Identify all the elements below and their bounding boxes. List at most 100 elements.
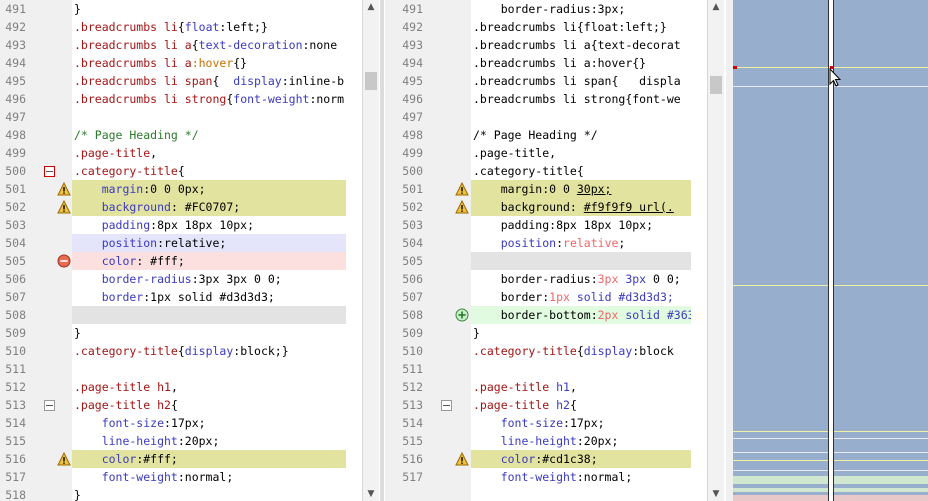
code-line[interactable]: 502 background: #f9f9f9 url(. [385, 198, 707, 216]
code-line[interactable]: 495 .breadcrumbs li span{ displa [385, 72, 707, 90]
code-line[interactable]: 491} [0, 0, 362, 18]
code-line[interactable]: 517 font-weight:normal; [0, 468, 362, 486]
code-line[interactable]: 499 .page-title, [0, 144, 362, 162]
left-scrollbar-thumb[interactable] [365, 72, 377, 90]
code-line[interactable]: 491 border-radius:3px; [385, 0, 707, 18]
code-line[interactable]: 516 color:#cd1c38; [385, 450, 707, 468]
scroll-down-arrow-icon[interactable]: ▼ [363, 487, 379, 501]
code-line[interactable]: 508 [0, 306, 362, 324]
code-token: } [74, 326, 81, 340]
line-number: 505 [402, 254, 423, 268]
fold-toggle-icon[interactable] [441, 400, 452, 411]
line-number: 517 [5, 470, 26, 484]
code-token: .category-title{ [473, 164, 584, 178]
code-line[interactable]: 511 [0, 360, 362, 378]
code-line[interactable]: 500 .category-title{ [0, 162, 362, 180]
code-line[interactable]: 493 .breadcrumbs li a{text-decorat [385, 36, 707, 54]
right-scrollbar-thumb[interactable] [710, 76, 722, 94]
code-line[interactable]: 517 font-weight:normal; [385, 468, 707, 486]
code-line[interactable]: 501 margin:0 0 0px; [0, 180, 362, 198]
overview-position-marker [733, 66, 737, 69]
code-line[interactable]: 516 color:#fff; [0, 450, 362, 468]
code-token: :inline-b [281, 74, 345, 88]
code-line[interactable]: 494 .breadcrumbs li a:hover{} [0, 54, 362, 72]
code-line[interactable]: 514 font-size:17px; [385, 414, 707, 432]
code-text: } [72, 324, 346, 342]
code-text: .breadcrumbs li a{text-decorat [471, 36, 691, 54]
code-line[interactable]: 502 background: #FC0707; [0, 198, 362, 216]
code-line[interactable]: 506 border-radius:3px 3px 0 0; [0, 270, 362, 288]
code-line[interactable]: 504 position:relative; [0, 234, 362, 252]
code-line[interactable]: 504 position:relative; [385, 234, 707, 252]
left-editor-pane[interactable]: 491} 492 .breadcrumbs li{float:left;} 493 .b… [0, 0, 380, 501]
code-token: color [74, 452, 137, 466]
line-number: 499 [5, 146, 26, 160]
left-scrollbar[interactable]: ▲ ▼ [362, 0, 379, 501]
code-token: .page-title [473, 380, 550, 394]
code-line[interactable]: 510 .category-title{display:block [385, 342, 707, 360]
scroll-up-arrow-icon[interactable]: ▲ [363, 0, 379, 14]
scroll-down-arrow-icon[interactable]: ▼ [708, 487, 724, 501]
code-line[interactable]: 518} [0, 486, 362, 501]
code-line[interactable]: 492 .breadcrumbs li{float:left;} [385, 18, 707, 36]
code-line[interactable]: 509} [0, 324, 362, 342]
fold-toggle-icon[interactable] [44, 400, 55, 411]
code-line[interactable]: 509} [385, 324, 707, 342]
code-line[interactable]: 501 margin:0 0 30px; [385, 180, 707, 198]
line-number: 491 [5, 2, 26, 16]
warning-icon [57, 199, 71, 214]
code-line[interactable]: 496 .breadcrumbs li strong{font-we [385, 90, 707, 108]
code-token: { [569, 398, 577, 412]
right-scrollbar[interactable]: ▲ ▼ [707, 0, 724, 501]
code-line[interactable]: 498 /* Page Heading */ [0, 126, 362, 144]
code-line[interactable]: 512 .page-title h1, [385, 378, 707, 396]
right-editor-pane[interactable]: 491 border-radius:3px; 492 .breadcrumbs li… [385, 0, 726, 501]
code-line[interactable]: 514 font-size:17px; [0, 414, 362, 432]
code-text: .breadcrumbs li{float:left;} [471, 18, 691, 36]
code-line[interactable]: 507 border:1px solid #d3d3d3; [0, 288, 362, 306]
code-text: margin:0 0 30px; [471, 180, 691, 198]
line-number: 506 [402, 272, 423, 286]
code-line[interactable]: 493 .breadcrumbs li a{text-decoration:non… [0, 36, 362, 54]
code-token: :20px; [576, 434, 619, 448]
line-number: 492 [402, 20, 423, 34]
code-line[interactable]: 507 border:1px solid #d3d3d3; [385, 288, 707, 306]
line-number: 503 [402, 218, 423, 232]
code-token: :17px; [164, 416, 206, 430]
code-token: /* Page Heading */ [74, 128, 199, 142]
code-line[interactable]: 497 [0, 108, 362, 126]
line-number: 494 [5, 56, 26, 70]
pane-divider[interactable] [380, 0, 384, 501]
code-token: { [212, 74, 234, 88]
code-line[interactable]: 500 .category-title{ [385, 162, 707, 180]
code-line[interactable]: 494 .breadcrumbs li a:hover{} [385, 54, 707, 72]
code-token: border-radius [74, 272, 192, 286]
code-token: 2px [597, 308, 619, 322]
code-line[interactable]: 512 .page-title h1, [0, 378, 362, 396]
code-line[interactable]: 511 [385, 360, 707, 378]
code-text: line-height:20px; [471, 432, 691, 450]
code-line[interactable]: 513 .page-title h2{ [0, 396, 362, 414]
scroll-up-arrow-icon[interactable]: ▲ [708, 0, 724, 14]
code-line[interactable]: 492 .breadcrumbs li{float:left;} [0, 18, 362, 36]
code-text: .page-title h1, [471, 378, 691, 396]
added-icon [455, 308, 469, 322]
code-line[interactable]: 506 border-radius:3px 3px 0 0; [385, 270, 707, 288]
code-line[interactable]: 496 .breadcrumbs li strong{font-weight:no… [0, 90, 362, 108]
code-token: .breadcrumbs li span [74, 74, 213, 88]
code-line[interactable]: 498 /* Page Heading */ [385, 126, 707, 144]
code-token: :left;} [219, 20, 268, 34]
code-line[interactable]: 505 color: #fff; [0, 252, 362, 270]
code-line[interactable]: 508 border-bottom:2px solid #363 [385, 306, 707, 324]
code-line[interactable]: 510 .category-title{display:block;} [0, 342, 362, 360]
code-line[interactable]: 515 line-height:20px; [385, 432, 707, 450]
code-line[interactable]: 515 line-height:20px; [0, 432, 362, 450]
code-line[interactable]: 505 [385, 252, 707, 270]
code-line[interactable]: 513 .page-title h2{ [385, 396, 707, 414]
code-line[interactable]: 499 .page-title, [385, 144, 707, 162]
code-line[interactable]: 503 padding:8px 18px 10px; [0, 216, 362, 234]
code-line[interactable]: 495 .breadcrumbs li span{ display:inline-… [0, 72, 362, 90]
fold-toggle-icon[interactable] [44, 166, 55, 177]
code-line[interactable]: 497 [385, 108, 707, 126]
code-line[interactable]: 503 padding:8px 18px 10px; [385, 216, 707, 234]
